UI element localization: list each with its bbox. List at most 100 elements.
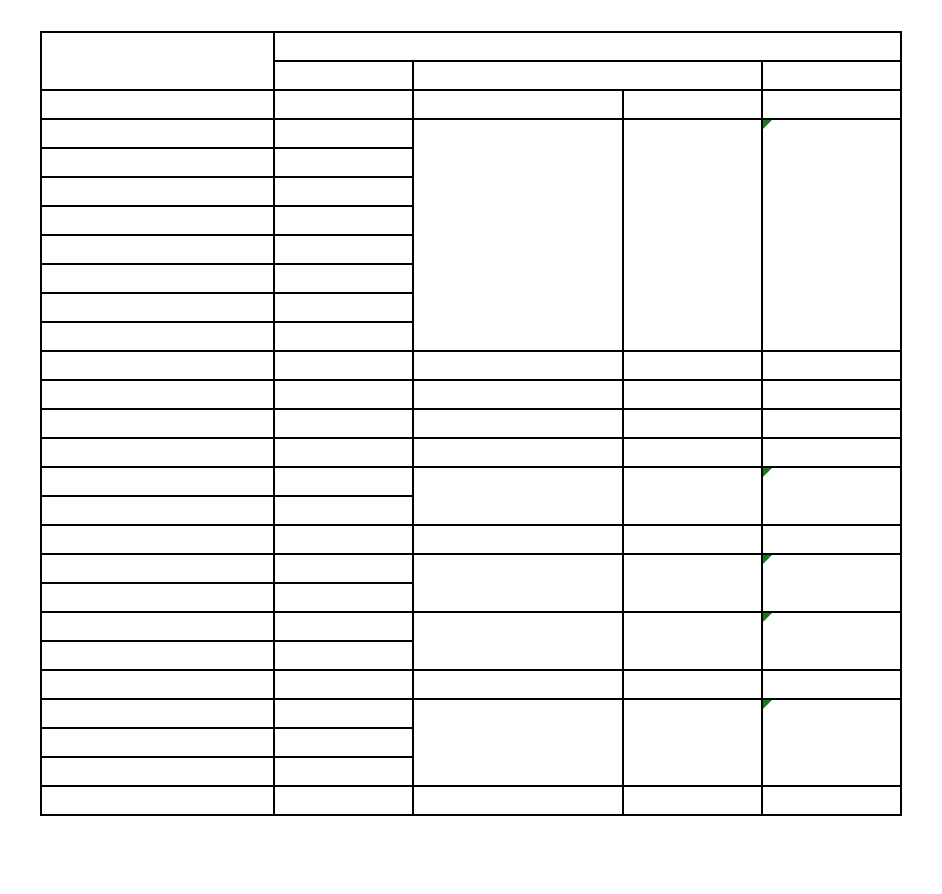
ifc-element-name: IfcFurnishingElement — [40, 321, 275, 352]
citygml-count: 0 — [622, 669, 763, 700]
ifc-element-name: IfcWall — [40, 727, 275, 758]
header-element: Element — [40, 31, 275, 91]
conversion-status: ✓ — [761, 437, 902, 468]
checkmark-icon: ✓ — [824, 386, 839, 404]
checkmark-icon: ✓ — [824, 357, 839, 375]
citygml-count: 23 — [622, 785, 763, 816]
table-row: IfcWallStandardCase 0 WallSurface 625 ✓ — [40, 698, 902, 787]
checkmark-icon: ✓ — [824, 734, 839, 752]
ifc-element-name: IfcSite — [40, 524, 275, 555]
ifc-element-name: IfcBuilding — [40, 89, 275, 120]
ifc-element-name: IfcRoad — [40, 611, 275, 642]
checkmark-icon: ✓ — [824, 676, 839, 694]
conversion-status: ✓ — [761, 611, 902, 671]
citygml-count: 1078 — [622, 118, 763, 352]
conversion-status: ✓ — [761, 785, 902, 816]
ifc-element-name: IfcSlab [Roof] — [40, 553, 275, 584]
conversion-status: ✓ — [761, 89, 902, 120]
table-row: IfcWindow 23 Window 23 ✓ — [40, 785, 902, 816]
citygml-count: 0 — [622, 437, 763, 468]
citygml-element-name: LandUse — [412, 524, 624, 555]
ifc-count: 0 — [273, 292, 414, 323]
ifc-element-name: IfcSlab [BaseSlab] — [40, 437, 275, 468]
conversion-status: ✓ — [761, 466, 902, 526]
citygml-element-name: Road — [412, 611, 624, 671]
citygml-count: 5 — [622, 350, 763, 381]
ifc-element-name: IfcStair — [40, 263, 275, 294]
ifc-count: 0 — [273, 756, 414, 787]
checkmark-icon: ✓ — [824, 575, 839, 592]
citygml-count: 3 — [622, 611, 763, 671]
table-row: IfcCovering 13 IntBuildingInstallation 1… — [40, 466, 902, 526]
comment-flag-icon — [764, 701, 772, 709]
ifc-count: 23 — [273, 785, 414, 816]
table-row: IfcSlab [Roof] 0 RoofSurface 0 ✓ — [40, 553, 902, 613]
citygml-element-name: RoofSurface — [412, 553, 624, 613]
checkmark-icon: ✓ — [824, 792, 839, 810]
citygml-element-name: FloorSurface — [412, 408, 624, 439]
ifc-element-name: IfcFlowTerminal — [40, 118, 275, 149]
ifc-count: 0 — [273, 669, 414, 700]
conversion-status: ✓ — [761, 669, 902, 700]
ifc-count: 0 — [273, 698, 414, 729]
checkmark-icon: ✓ — [824, 531, 839, 549]
table-row: IfcRoad 1 Road 3 ✓ — [40, 611, 902, 671]
checkmark-icon: ✓ — [824, 227, 839, 244]
citygml-element-name: WallSurface — [412, 698, 624, 787]
conversion-status: ✓ — [761, 379, 902, 410]
ifc-element-name: IfcDoor — [40, 379, 275, 410]
ifc-count: 964 — [273, 147, 414, 178]
ifc-count: 5 — [273, 350, 414, 381]
citygml-element-name: OuterFloorSurface — [412, 437, 624, 468]
ifc-count: 1 — [273, 89, 414, 120]
conversion-status: ✓ — [761, 524, 902, 555]
ifc-element-name: IfcColumn — [40, 495, 275, 526]
ifc-element-name: IfcSpace — [40, 669, 275, 700]
checkmark-icon: ✓ — [824, 444, 839, 462]
conversion-status: ✓ — [761, 698, 902, 787]
ifc-element-name: IfcBeam — [40, 176, 275, 207]
header-quantity: Quantity — [273, 31, 902, 62]
ifc-element-name: IfcWindow — [40, 785, 275, 816]
ifc-count: 13 — [273, 466, 414, 497]
ifc-element-name: IfcBuildingStorey — [40, 350, 275, 381]
ifc-count: 105 — [273, 495, 414, 526]
table-row: IfcFlowTerminal 14 BuildingInstallation … — [40, 118, 902, 352]
ifc-count: 1 — [273, 611, 414, 642]
ifc-citygml-comparison-table: Element Quantity IFC CityGML IFC → CityG… — [40, 31, 902, 816]
ifc-count: 2 — [273, 234, 414, 265]
header-ifc-to-citygml: IFC → CityGML — [761, 60, 902, 91]
ifc-count: 2 — [273, 263, 414, 294]
ifc-element-name: IfcMember — [40, 292, 275, 323]
table-row: IfcSlab [BaseSlab] 0 OuterFloorSurface 0… — [40, 437, 902, 468]
citygml-count: 118 — [622, 466, 763, 526]
ifc-element-name: IfcCurtainWall — [40, 756, 275, 787]
ifc-element-name: IfcBuildingElementProxy — [40, 147, 275, 178]
header-citygml: CityGML — [412, 60, 763, 91]
citygml-count: 160 — [622, 408, 763, 439]
citygml-element-name: BuildingPart — [412, 350, 624, 381]
citygml-element-name: BuildingInstallation — [412, 118, 624, 352]
checkmark-icon: ✓ — [824, 633, 839, 650]
header-ifc: IFC — [273, 60, 414, 91]
table-row: IfcSpace 0 Room 0 ✓ — [40, 669, 902, 700]
ifc-count: 1 — [273, 524, 414, 555]
ifc-element-name: IfcWallStandardCase — [40, 698, 275, 729]
comment-flag-icon — [764, 469, 772, 477]
ifc-count: 2 — [273, 640, 414, 671]
ifc-count: 625 — [273, 727, 414, 758]
ifc-count: 0 — [273, 582, 414, 613]
conversion-status: ✓ — [761, 350, 902, 381]
citygml-element-name: Window — [412, 785, 624, 816]
conversion-status: ✓ — [761, 553, 902, 613]
table-row: IfcBuilding 1 Building 1 ✓ — [40, 89, 902, 120]
table-row: IfcSlab [Floor] 160 FloorSurface 160 ✓ — [40, 408, 902, 439]
citygml-element-name: Building — [412, 89, 624, 120]
comment-flag-icon — [764, 121, 772, 129]
ifc-count: 0 — [273, 553, 414, 584]
conversion-status: ✓ — [761, 118, 902, 352]
ifc-count: 160 — [273, 408, 414, 439]
table-row: IfcBuildingStorey 5 BuildingPart 5 ✓ — [40, 350, 902, 381]
checkmark-icon: ✓ — [824, 415, 839, 433]
ifc-element-name: IfcStairFlight — [40, 234, 275, 265]
